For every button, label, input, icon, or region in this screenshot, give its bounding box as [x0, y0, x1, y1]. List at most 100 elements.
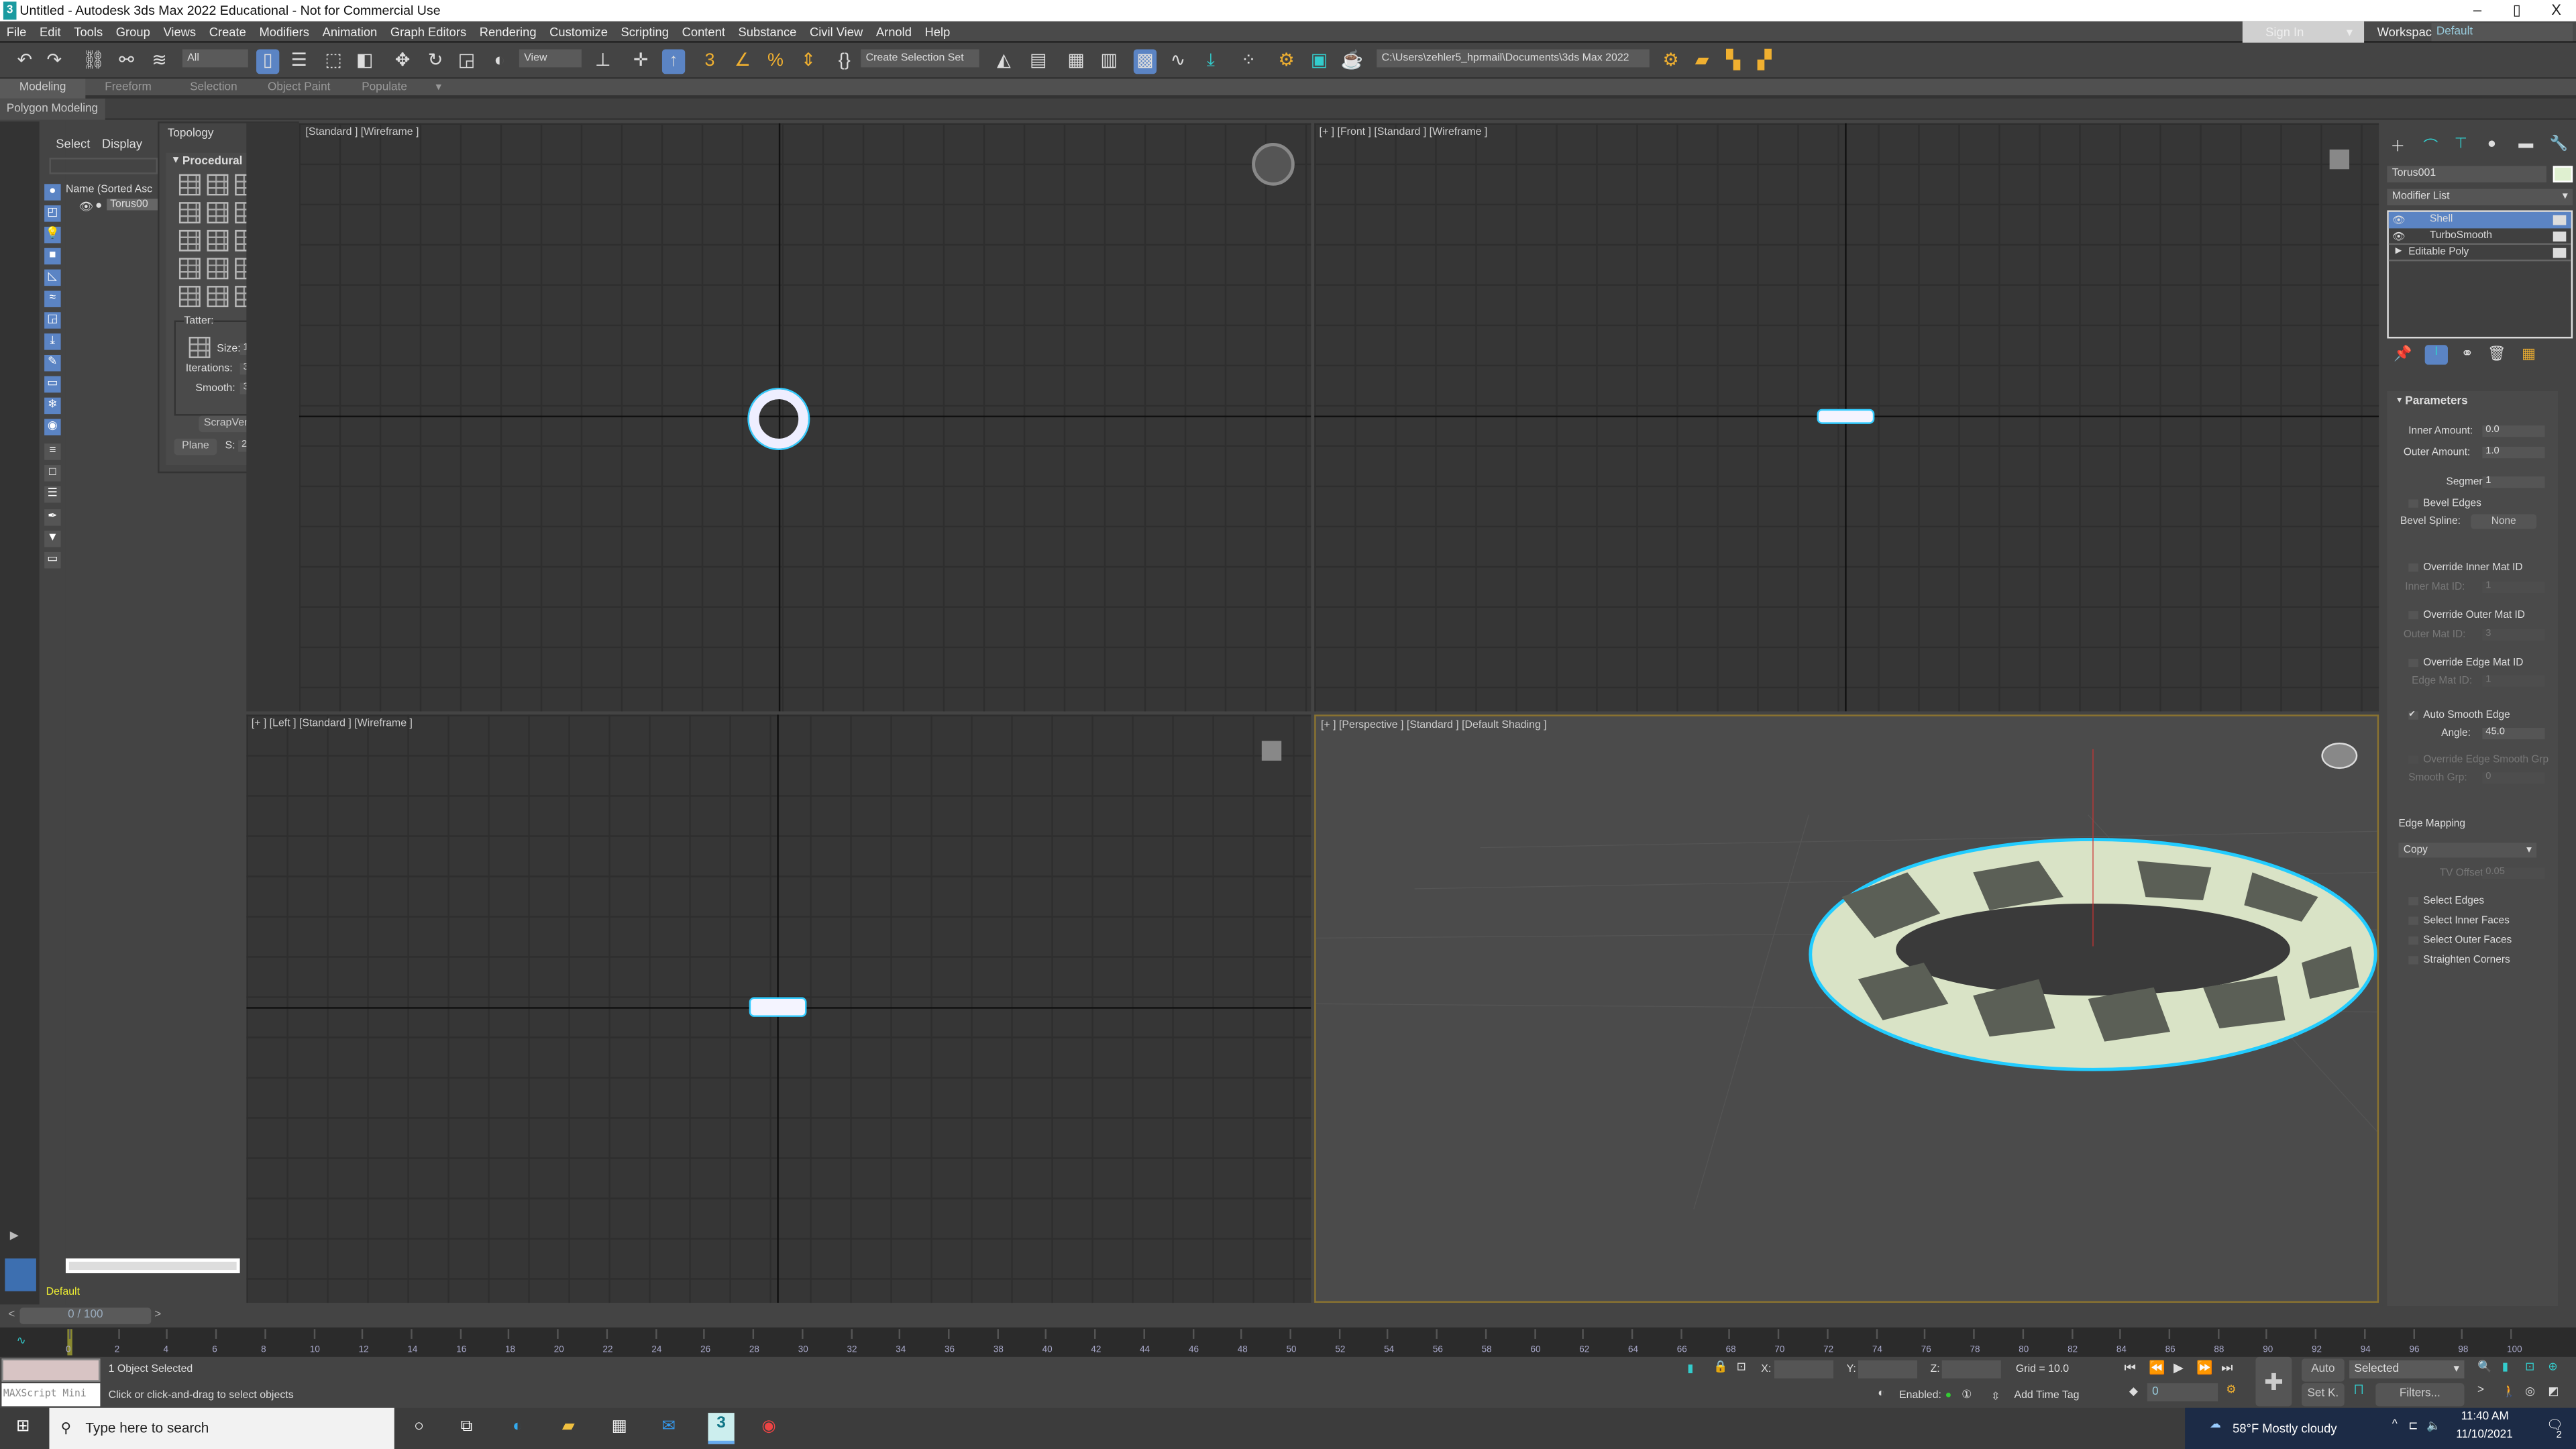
mail-icon[interactable]: ✉ — [657, 1416, 680, 1439]
filter-icon[interactable]: ▼ — [44, 531, 61, 547]
time-tag-icon[interactable]: ⇳ — [1991, 1390, 2000, 1403]
unlink-icon[interactable]: ⚯ — [115, 49, 138, 74]
space-warps-filter-icon[interactable]: ≈ — [44, 290, 61, 307]
tab-populate[interactable]: Populate — [341, 79, 427, 99]
select-manipulate-icon[interactable]: ✛ — [629, 49, 652, 74]
curve-editor-mini-icon[interactable]: ∿ — [16, 1334, 25, 1347]
tab-freeform[interactable]: Freeform — [85, 79, 170, 99]
close-button[interactable]: X — [2536, 0, 2576, 21]
display-all-icon[interactable]: ≡ — [44, 443, 61, 460]
workspace-dropdown[interactable]: Default — [2431, 23, 2573, 42]
reference-coord-dropdown[interactable]: View — [519, 49, 582, 68]
info-badge-icon[interactable]: ① — [1962, 1388, 1972, 1401]
stack-toggle[interactable] — [2553, 231, 2567, 242]
play-icon[interactable]: ▶ — [2174, 1360, 2184, 1375]
task-view-icon[interactable]: ⧉ — [455, 1416, 478, 1439]
tab-object-paint[interactable]: Object Paint — [256, 79, 341, 99]
inner-amount-spinner[interactable]: 0.0 — [2482, 425, 2545, 437]
viewcube-icon[interactable] — [2329, 149, 2350, 170]
outer-mat-spinner[interactable]: 3 — [2482, 629, 2545, 641]
next-frame-button[interactable]: > — [154, 1309, 161, 1321]
zoom-all-icon[interactable]: ▮ — [2502, 1360, 2508, 1373]
orbit-icon[interactable]: ◎ — [2525, 1385, 2535, 1398]
goto-start-icon[interactable]: ⏮ — [2125, 1360, 2137, 1377]
edge-browser-icon[interactable]: ◐ — [506, 1416, 529, 1439]
configure-modifier-sets-icon[interactable]: ▦ — [2522, 345, 2536, 363]
key-tangent-icon[interactable]: ⨅ — [2354, 1385, 2363, 1398]
explorer-item-torus[interactable]: Torus00 — [107, 199, 158, 211]
tatter-pattern-button[interactable] — [189, 337, 211, 358]
menu-civil-view[interactable]: Civil View — [803, 21, 869, 43]
tab-selection[interactable]: Selection — [171, 79, 256, 99]
menu-graph-editors[interactable]: Graph Editors — [384, 21, 473, 43]
bevel-spline-button[interactable]: None — [2471, 514, 2537, 529]
override-inner-checkbox[interactable] — [2408, 564, 2418, 572]
viewport-front[interactable]: [+ ] [Front ] [Standard ] [Wireframe ] — [1314, 123, 2379, 712]
tab-select[interactable]: Select — [56, 136, 90, 151]
menu-views[interactable]: Views — [157, 21, 203, 43]
tab-modeling[interactable]: Modeling — [0, 78, 86, 99]
key-filter-dropdown[interactable]: Selected ▾ — [2349, 1360, 2465, 1379]
tray-chevron-icon[interactable]: ^ — [2392, 1419, 2398, 1431]
cameras-filter-icon[interactable]: ■ — [44, 248, 61, 265]
expand-triangle-icon[interactable]: ▶ — [2396, 246, 2402, 256]
named-selection-icon[interactable]: {} — [833, 49, 856, 74]
polygon-modeling-tab[interactable]: Polygon Modeling — [0, 98, 105, 120]
create-tab-icon[interactable]: ＋ — [2390, 135, 2405, 156]
menu-scripting[interactable]: Scripting — [614, 21, 676, 43]
menu-create[interactable]: Create — [203, 21, 253, 43]
topology-pattern-button[interactable] — [207, 258, 229, 280]
placement-icon[interactable]: ◐ — [488, 49, 511, 74]
selection-filter-dropdown[interactable]: All — [182, 49, 248, 68]
expand-icon[interactable]: ▶ — [10, 1229, 19, 1242]
torus-object-front[interactable] — [1817, 409, 1875, 424]
stack-item-editable-poly[interactable]: ▶ Editable Poly — [2388, 245, 2571, 262]
clock-date[interactable]: 11/10/2021 — [2456, 1430, 2513, 1441]
settings-icon[interactable]: ▭ — [44, 551, 61, 569]
display-tab-icon[interactable]: ▬ — [2518, 135, 2533, 151]
weather-icon[interactable]: ☁ — [2210, 1417, 2221, 1431]
menu-group[interactable]: Group — [109, 21, 157, 43]
topology-pattern-button[interactable] — [178, 258, 201, 280]
tab-display[interactable]: Display — [102, 136, 142, 151]
groups-filter-icon[interactable]: ◲ — [44, 312, 61, 329]
keyboard-shortcut-override-icon[interactable]: ↑ — [661, 49, 686, 74]
project-folder-icon[interactable]: ▰ — [1690, 49, 1713, 74]
viewport-label-left[interactable]: [+ ] [Left ] [Standard ] [Wireframe ] — [252, 718, 413, 729]
file-explorer-icon[interactable]: ▰ — [557, 1416, 580, 1439]
spinner-snap-icon[interactable]: ⇕ — [797, 49, 820, 74]
menu-animation[interactable]: Animation — [316, 21, 384, 43]
percent-snap-icon[interactable]: % — [764, 49, 787, 74]
select-outer-checkbox[interactable] — [2408, 936, 2418, 945]
viewcube-icon[interactable] — [2321, 742, 2358, 769]
align-icon[interactable]: ▤ — [1027, 49, 1050, 74]
object-color-swatch[interactable] — [2553, 166, 2573, 182]
smooth-grp-spinner[interactable]: 0 — [2482, 772, 2545, 784]
freeze-dot-icon[interactable]: ● — [95, 201, 102, 212]
find-icon[interactable]: ✒ — [44, 509, 61, 526]
prev-key-icon[interactable]: ⏪ — [2149, 1360, 2165, 1375]
project-structure-icon[interactable]: ▚ — [1722, 49, 1745, 74]
track-bar[interactable]: ∿ 0 2 4 6 8 10 12 14 16 18 20 22 24 26 28 30 32 34 36 38 40 4… — [0, 1327, 2576, 1357]
shapes-filter-icon[interactable]: ◰ — [44, 205, 61, 222]
topology-pattern-button[interactable] — [178, 202, 201, 224]
visibility-eye-icon[interactable]: 👁 — [79, 201, 94, 213]
maximize-viewport-icon[interactable]: ◩ — [2548, 1385, 2559, 1398]
volume-icon[interactable]: 🔈 — [2426, 1419, 2440, 1432]
menu-arnold[interactable]: Arnold — [869, 21, 918, 43]
hidden-filter-icon[interactable]: ◉ — [44, 419, 61, 435]
menu-edit[interactable]: Edit — [33, 21, 67, 43]
plane-button[interactable]: Plane — [174, 438, 217, 455]
viewport-label-front[interactable]: [+ ] [Front ] [Standard ] [Wireframe ] — [1320, 127, 1488, 138]
walk-through-icon[interactable]: 🚶 — [2502, 1385, 2516, 1398]
collapse-triangle-icon[interactable]: ▼ — [2396, 396, 2404, 406]
set-key-button[interactable]: Set K. — [2302, 1383, 2345, 1407]
viewport-perspective[interactable]: [+ ] [Perspective ] [Standard ] [Default… — [1314, 714, 2379, 1303]
object-name-field[interactable]: Torus001 — [2387, 166, 2546, 182]
window-crossing-icon[interactable]: ◧ — [354, 49, 376, 74]
topology-pattern-button[interactable] — [207, 174, 229, 196]
clock-time[interactable]: 11:40 AM — [2461, 1411, 2509, 1423]
override-edge-checkbox[interactable] — [2408, 659, 2418, 667]
project-settings-icon[interactable]: ⚙ — [1659, 49, 1682, 74]
auto-key-button[interactable]: Auto — [2302, 1358, 2345, 1382]
